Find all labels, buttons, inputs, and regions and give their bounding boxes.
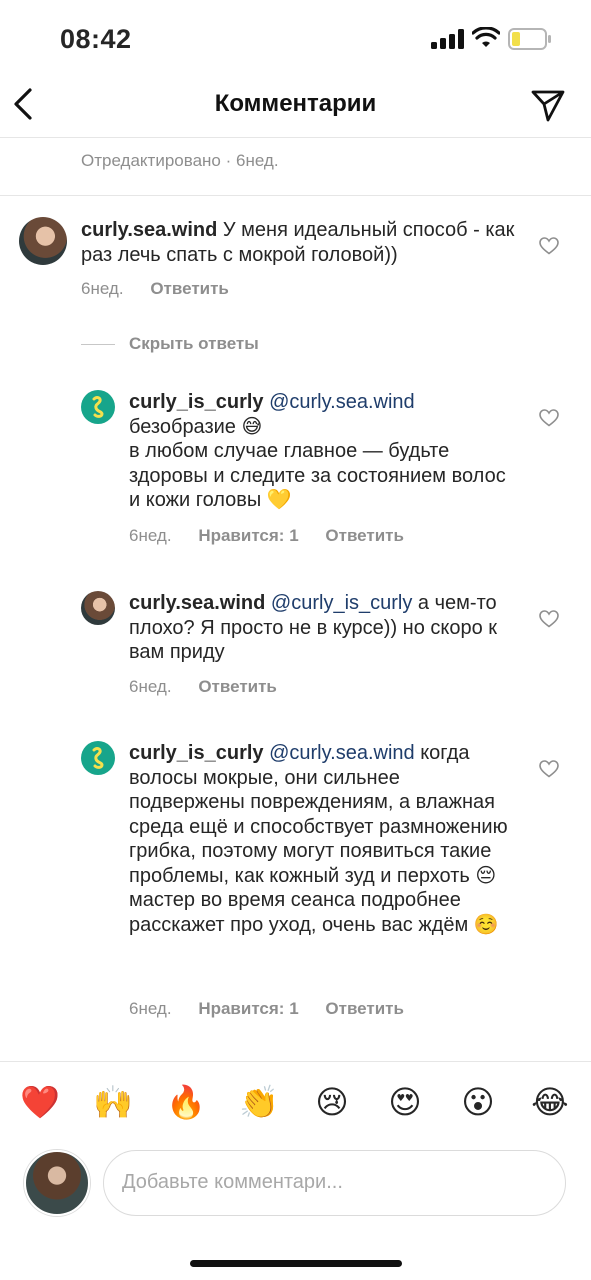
avatar[interactable] (81, 390, 115, 424)
reply-button[interactable]: Ответить (325, 999, 404, 1018)
likes-count[interactable]: Нравится: 1 (198, 526, 298, 545)
mention-link[interactable]: @curly.sea.wind (269, 391, 415, 413)
reaction-heart-icon[interactable]: ❤️ (20, 1082, 60, 1122)
reaction-clap-icon[interactable]: 👏 (239, 1082, 279, 1122)
comment-meta: 6нед. Нравится: 1 Ответить (129, 999, 426, 1019)
comment-body: curly.sea.wind У меня идеальный способ -… (81, 218, 521, 267)
mention-link[interactable]: @curly_is_curly (271, 592, 412, 614)
status-time: 08:42 (60, 24, 132, 54)
comment-body: curly.sea.wind @curly_is_curly а чем-то … (129, 591, 509, 665)
comment-meta: 6нед. Нравится: 1 Ответить (129, 526, 426, 546)
brand-logo-icon (92, 747, 104, 769)
reaction-fire-icon[interactable]: 🔥 (166, 1082, 206, 1122)
comment-username[interactable]: curly_is_curly (129, 742, 264, 764)
like-heart-icon[interactable] (539, 409, 559, 427)
comment-username[interactable]: curly.sea.wind (129, 592, 265, 614)
avatar[interactable] (81, 591, 115, 625)
signal-icon (431, 29, 464, 49)
hide-replies-label: Скрыть ответы (129, 334, 259, 353)
status-bar: 08:42 (0, 0, 591, 74)
hide-replies-button[interactable]: Скрыть ответы (81, 334, 259, 354)
comment-username[interactable]: curly.sea.wind (81, 219, 217, 241)
send-icon[interactable] (529, 86, 567, 124)
likes-count[interactable]: Нравится: 1 (198, 999, 298, 1018)
comment-body: curly_is_curly @curly.sea.wind безобрази… (129, 390, 509, 513)
battery-icon (508, 28, 551, 50)
like-heart-icon[interactable] (539, 237, 559, 255)
comment-body: curly_is_curly @curly.sea.wind когда вол… (129, 741, 509, 937)
quick-reactions-bar: ❤️ 🙌 🔥 👏 😢 😍 😮 😂 (0, 1082, 591, 1126)
comment-time: 6нед. (81, 279, 124, 298)
comment-time: 6нед. (129, 677, 172, 696)
comment-meta: 6нед. Ответить (81, 279, 251, 299)
reaction-laughing-icon[interactable]: 😂 (530, 1082, 570, 1122)
comment-time: 6нед. (129, 999, 172, 1018)
comment-meta: 6нед. Ответить (129, 677, 299, 697)
page-title: Комментарии (214, 90, 377, 117)
nav-bar: Комментарии (0, 74, 591, 138)
like-heart-icon[interactable] (539, 760, 559, 778)
reaction-surprised-icon[interactable]: 😮 (458, 1082, 498, 1122)
reaction-raised-hands-icon[interactable]: 🙌 (93, 1082, 133, 1122)
home-indicator[interactable] (190, 1260, 402, 1267)
like-heart-icon[interactable] (539, 610, 559, 628)
edited-label: Отредактировано · 6нед. (81, 151, 279, 170)
brand-logo-icon (92, 396, 104, 418)
wifi-icon (472, 27, 500, 47)
divider (0, 195, 591, 196)
comment-text: когда волосы мокрые, они сильнее подверж… (129, 742, 508, 936)
reply-button[interactable]: Ответить (325, 526, 404, 545)
avatar[interactable] (19, 217, 67, 265)
comment-text: безобразие 😅 в любом случае главное — бу… (129, 415, 506, 512)
comment-time: 6нед. (129, 526, 172, 545)
comment-input[interactable]: Добавьте комментари... (103, 1150, 566, 1216)
reaction-crying-icon[interactable]: 😢 (312, 1082, 352, 1122)
reply-button[interactable]: Ответить (198, 677, 277, 696)
reply-button[interactable]: Ответить (150, 279, 229, 298)
divider (0, 1061, 591, 1062)
reaction-heart-eyes-icon[interactable]: 😍 (385, 1082, 425, 1122)
comment-username[interactable]: curly_is_curly (129, 391, 264, 413)
avatar[interactable] (81, 741, 115, 775)
mention-link[interactable]: @curly.sea.wind (269, 742, 415, 764)
current-user-avatar (24, 1150, 90, 1216)
